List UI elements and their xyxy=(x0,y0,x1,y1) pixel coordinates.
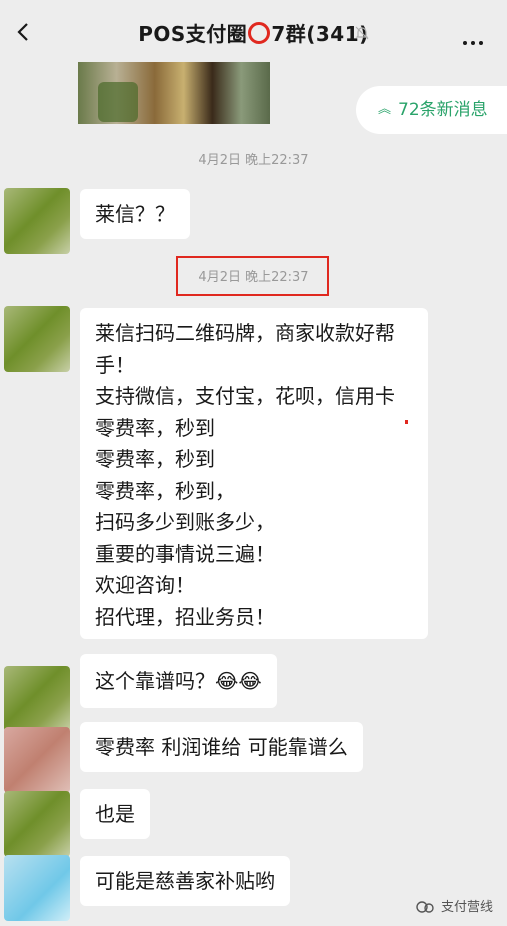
message-text: 可能是慈善家补贴哟 xyxy=(95,869,275,893)
watermark: 支付营线 xyxy=(415,896,493,915)
chat-header: POS支付圈 7群(341) xyxy=(0,0,507,64)
avatar[interactable] xyxy=(4,188,70,254)
wechat-official-icon xyxy=(416,901,434,913)
message-line: 零费率，秒到 xyxy=(95,447,215,471)
avatar[interactable] xyxy=(4,306,70,372)
shared-photo[interactable] xyxy=(78,62,270,124)
avatar[interactable] xyxy=(4,855,70,921)
more-options-icon[interactable] xyxy=(459,30,483,49)
double-chevron-up-icon: ︽ xyxy=(378,102,392,117)
timestamp: 4月2日 晚上22:37 xyxy=(198,270,309,285)
message-line: 支持微信，支付宝，花呗，信用卡 xyxy=(95,384,395,408)
avatar[interactable] xyxy=(4,666,70,732)
avatar[interactable] xyxy=(4,727,70,793)
new-messages-button[interactable]: ︽ 72条新消息 xyxy=(356,86,507,134)
message-text: 这个靠谱吗？😂😂 xyxy=(95,669,262,693)
new-messages-label: 72条新消息 xyxy=(398,100,488,120)
message-line: 招代理，招业务员！ xyxy=(95,604,275,629)
message-bubble[interactable]: 零费率 利润谁给 可能靠谱么 xyxy=(80,722,363,772)
avatar[interactable] xyxy=(4,791,70,857)
message-bubble[interactable]: 这个靠谱吗？😂😂 xyxy=(80,654,277,708)
message-bubble[interactable]: 莱信扫码二维码牌，商家收款好帮 手！ 支持微信，支付宝，花呗，信用卡 零费率，秒… xyxy=(80,308,428,639)
chat-title: POS支付圈 7群(341) xyxy=(0,18,507,47)
message-line: 重要的事情说三遍！ xyxy=(95,541,275,566)
message-line: 欢迎咨询！ xyxy=(95,573,195,597)
message-text: 也是 xyxy=(95,802,135,826)
message-text: 零费率 利润谁给 可能靠谱么 xyxy=(95,735,348,759)
mute-bell-icon xyxy=(355,26,369,40)
message-line: 零费率，秒到 xyxy=(95,415,215,440)
message-bubble[interactable]: 莱信？？ xyxy=(80,189,190,239)
message-line: 手！ xyxy=(95,352,135,377)
timestamp: 4月2日 晚上22:37 xyxy=(198,153,309,168)
watermark-label: 支付营线 xyxy=(440,900,493,915)
red-dot-mark xyxy=(405,420,408,424)
message-line: 零费率，秒到， xyxy=(95,478,235,503)
message-text: 莱信？？ xyxy=(95,202,175,226)
message-bubble[interactable]: 可能是慈善家补贴哟 xyxy=(80,856,290,906)
message-bubble[interactable]: 也是 xyxy=(80,789,150,839)
message-line: 扫码多少到账多少， xyxy=(95,510,275,534)
red-circle-emoji-icon xyxy=(248,22,271,44)
message-line: 莱信扫码二维码牌，商家收款好帮 xyxy=(95,321,395,345)
chat-title-prefix: POS支付圈 xyxy=(138,22,248,46)
